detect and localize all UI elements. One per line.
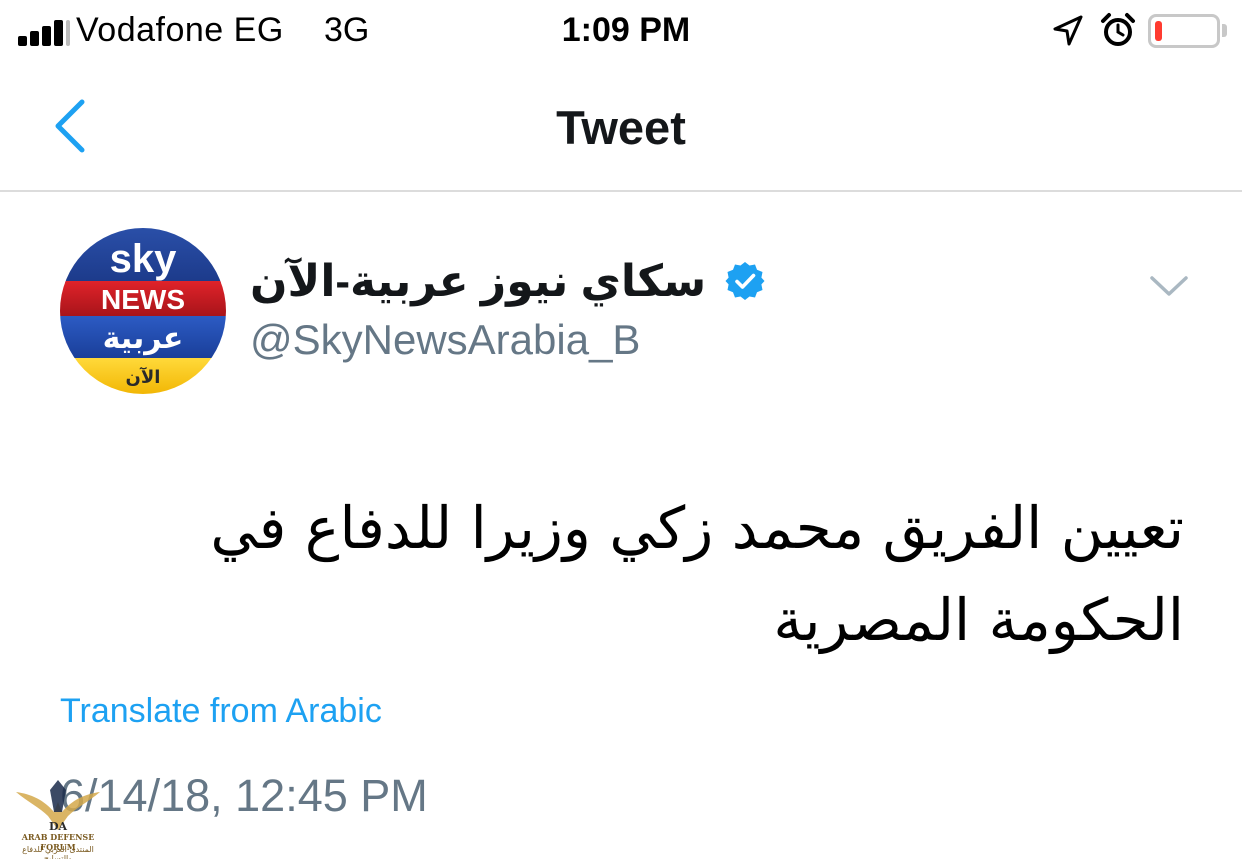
translate-link[interactable]: Translate from Arabic [60,692,382,731]
tweet-text: تعيين الفريق محمد زكي وزيرا للدفاع في ال… [210,494,1184,654]
battery-icon [1148,14,1220,48]
alarm-clock-icon [1101,13,1135,46]
status-bar: Vodafone EG 3G 1:09 PM [0,0,1242,64]
battery-level [1155,21,1162,41]
nav-bar: Tweet [0,64,1242,192]
author-handle[interactable]: @SkyNewsArabia_B [250,316,640,364]
avatar-text-now: الآن [126,366,161,388]
verified-badge-icon [725,262,765,300]
author-display-name[interactable]: سكاي نيوز عربية-الآن [250,256,706,307]
page-title: Tweet [556,101,686,154]
battery-tip [1222,24,1227,37]
avatar-text-news: NEWS [101,284,185,315]
watermark-line2: المنتدى العربي للدفاع والتسليح [22,845,94,859]
avatar-text-arabia: عربية [103,321,184,356]
avatar[interactable]: sky NEWS عربية الآن [60,228,226,394]
avatar-text-sky: sky [110,237,177,281]
author-name-row[interactable]: سكاي نيوز عربية-الآن [250,248,766,314]
location-arrow-icon [1053,15,1083,46]
sky-news-arabia-logo: sky NEWS عربية الآن [60,228,226,394]
tweet-timestamp: 6/14/18, 12:45 PM [60,770,428,821]
chevron-down-icon[interactable] [1148,270,1190,300]
